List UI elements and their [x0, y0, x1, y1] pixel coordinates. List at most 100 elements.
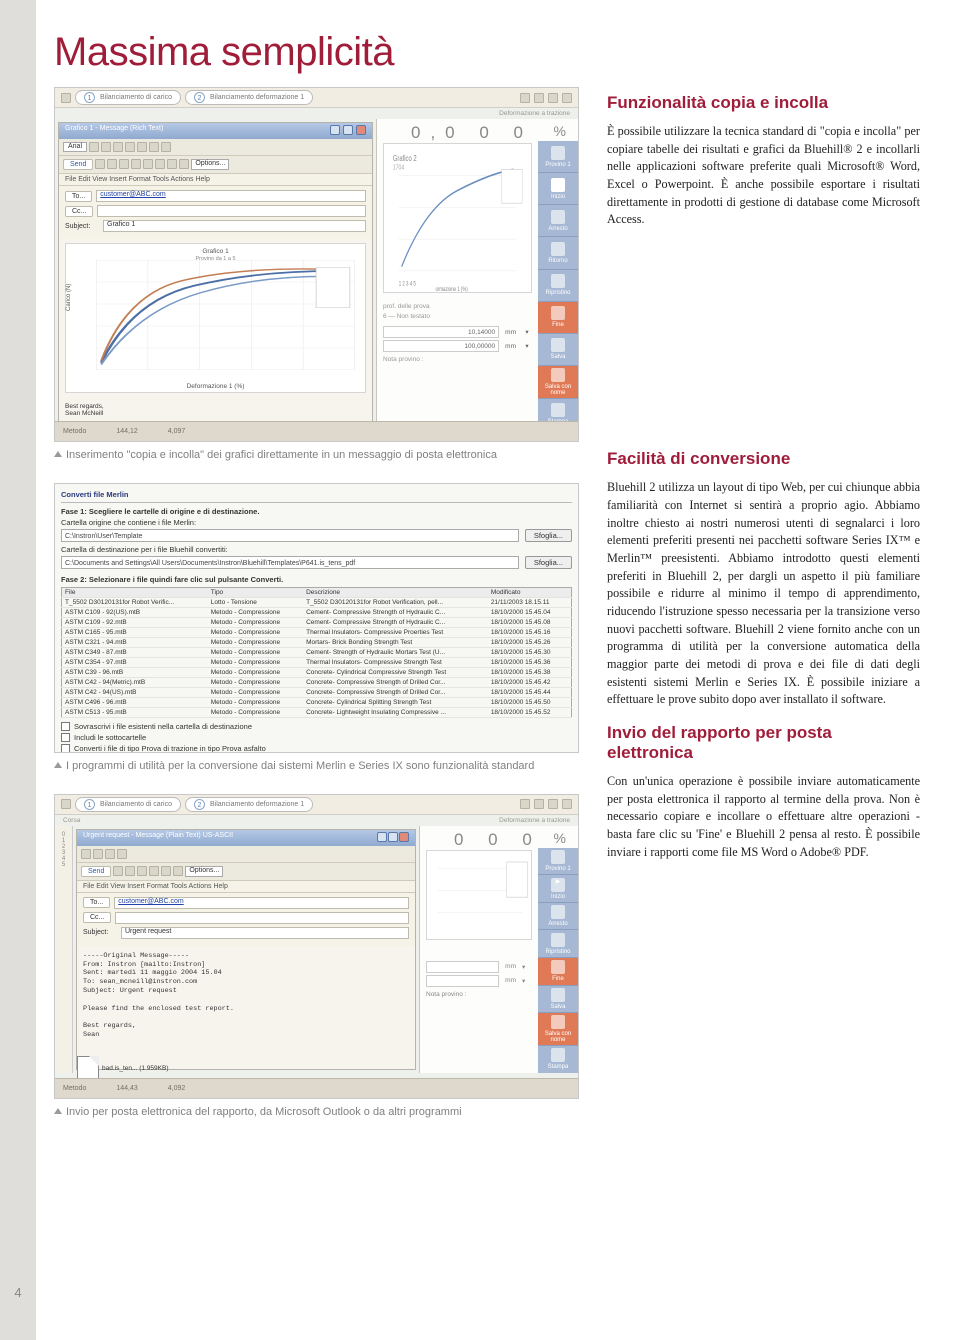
print-icon[interactable]	[107, 159, 117, 169]
arresto-button[interactable]: Arresto	[538, 204, 578, 236]
font-select[interactable]: Arial	[63, 142, 87, 152]
salva-come-button[interactable]: Salva con nome	[538, 365, 578, 398]
to-button[interactable]: To...	[83, 897, 110, 908]
table-row[interactable]: ASTM C165 - 95.mtBMetodo - CompressioneT…	[62, 627, 572, 637]
save-icon[interactable]	[95, 159, 105, 169]
subject-field[interactable]: Grafico 1	[103, 220, 366, 232]
importance-icon[interactable]	[167, 159, 177, 169]
bold-icon[interactable]	[89, 142, 99, 152]
copy-icon[interactable]	[149, 866, 159, 876]
col-mod[interactable]: Modificato	[488, 587, 572, 597]
table-row[interactable]: ASTM C513 - 95.mtBMetodo - CompressioneC…	[62, 707, 572, 717]
italic-icon[interactable]	[93, 849, 103, 859]
table-row[interactable]: ASTM C42 - 94(Metric).mtBMetodo - Compre…	[62, 677, 572, 687]
inizio-button[interactable]: ▶Inizio	[538, 874, 578, 902]
options-button[interactable]: Options...	[185, 866, 223, 877]
close-icon[interactable]	[356, 125, 366, 135]
wizard-step-1[interactable]: 1 Bilanciamento di carico	[75, 90, 181, 105]
tool-icon[interactable]	[534, 799, 544, 809]
col-tipo[interactable]: Tipo	[208, 587, 303, 597]
align-center-icon[interactable]	[137, 142, 147, 152]
cut-icon[interactable]	[119, 159, 129, 169]
flag-icon[interactable]	[173, 866, 183, 876]
ripristino-button[interactable]: Ripristino	[538, 929, 578, 957]
tool-icon[interactable]	[548, 799, 558, 809]
bold-icon[interactable]	[81, 849, 91, 859]
file-table[interactable]: File Tipo Descrizione Modificato T_5502 …	[61, 587, 572, 718]
send-button[interactable]: Send	[81, 866, 111, 877]
table-row[interactable]: ASTM C109 - 92.mtBMetodo - CompressioneC…	[62, 617, 572, 627]
subject-field[interactable]: Urgent request	[121, 927, 409, 939]
source-folder-input[interactable]: C:\Instron\User\Template	[61, 529, 519, 542]
align-left-icon[interactable]	[125, 142, 135, 152]
tool-icon[interactable]	[562, 93, 572, 103]
print-icon[interactable]	[125, 866, 135, 876]
table-row[interactable]: ASTM C349 - 87.mtBMetodo - CompressioneC…	[62, 647, 572, 657]
col-file[interactable]: File	[62, 587, 208, 597]
wizard-step-2[interactable]: 2 Bilanciamento deformazione 1	[185, 797, 313, 812]
attach-icon[interactable]	[155, 159, 165, 169]
ripristino-button[interactable]: Ripristino	[538, 269, 578, 301]
cc-button[interactable]: Cc...	[65, 206, 93, 217]
table-row[interactable]: T_5502 D30120131for Robot Verific...Lott…	[62, 597, 572, 607]
wizard-step-2[interactable]: 2 Bilanciamento deformazione 1	[185, 90, 313, 105]
email-menu-bar[interactable]: File Edit View Insert Format Tools Actio…	[59, 174, 372, 186]
cut-icon[interactable]	[137, 866, 147, 876]
minimize-icon[interactable]	[377, 832, 387, 842]
tool-icon[interactable]	[534, 93, 544, 103]
tool-icon[interactable]	[520, 799, 530, 809]
stampa-button[interactable]: Stampa	[538, 1045, 578, 1073]
to-field[interactable]: customer@ABC.com	[114, 897, 409, 909]
to-button[interactable]: To...	[65, 191, 92, 202]
to-field[interactable]: customer@ABC.com	[96, 190, 366, 202]
paste-icon[interactable]	[143, 159, 153, 169]
attach-icon[interactable]	[161, 866, 171, 876]
underline-icon[interactable]	[113, 142, 123, 152]
maximize-icon[interactable]	[388, 832, 398, 842]
minimize-icon[interactable]	[330, 125, 340, 135]
dest-folder-input[interactable]: C:\Documents and Settings\All Users\Docu…	[61, 556, 519, 569]
ritorno-button[interactable]: Ritorno	[538, 236, 578, 268]
cc-button[interactable]: Cc...	[83, 912, 111, 923]
browse-source-button[interactable]: Sfoglia...	[525, 529, 572, 542]
fine-button[interactable]: Fine	[538, 957, 578, 985]
table-row[interactable]: ASTM C42 - 94(US).mtBMetodo - Compressio…	[62, 687, 572, 697]
cc-field[interactable]	[97, 205, 366, 217]
table-row[interactable]: ASTM C321 - 94.mtBMetodo - CompressioneM…	[62, 637, 572, 647]
italic-icon[interactable]	[101, 142, 111, 152]
provino-button[interactable]: Provino 1	[538, 141, 578, 172]
tool-icon[interactable]	[562, 799, 572, 809]
copy-icon[interactable]	[131, 159, 141, 169]
options-button[interactable]: Options...	[191, 159, 229, 170]
salva-button[interactable]: Salva	[538, 333, 578, 365]
wizard-step-1[interactable]: 1 Bilanciamento di carico	[75, 797, 181, 812]
email-body[interactable]: -----Original Message----- From: Instron…	[77, 946, 415, 1046]
cc-field[interactable]	[115, 912, 409, 924]
underline-icon[interactable]	[105, 849, 115, 859]
subfolders-checkbox[interactable]	[61, 733, 70, 742]
send-button[interactable]: Send	[63, 159, 93, 170]
salva-button[interactable]: Salva	[538, 985, 578, 1013]
save-icon[interactable]	[113, 866, 123, 876]
indent-icon[interactable]	[161, 142, 171, 152]
table-row[interactable]: ASTM C39 - 96.mtBMetodo - CompressioneCo…	[62, 667, 572, 677]
tool-icon[interactable]	[548, 93, 558, 103]
table-row[interactable]: ASTM C109 - 92(US).mtBMetodo - Compressi…	[62, 607, 572, 617]
browse-dest-button[interactable]: Sfoglia...	[525, 556, 572, 569]
flag-icon[interactable]	[179, 159, 189, 169]
convert-asfalto-checkbox[interactable]	[61, 744, 70, 753]
overwrite-checkbox[interactable]	[61, 722, 70, 731]
arresto-button[interactable]: Arresto	[538, 902, 578, 930]
tool-icon[interactable]	[520, 93, 530, 103]
table-row[interactable]: ASTM C354 - 97.mtBMetodo - CompressioneT…	[62, 657, 572, 667]
provino-button[interactable]: Provino 1	[538, 848, 578, 875]
fine-button[interactable]: Fine	[538, 301, 578, 333]
maximize-icon[interactable]	[343, 125, 353, 135]
close-icon[interactable]	[399, 832, 409, 842]
email-menu-bar[interactable]: File Edit View Insert Format Tools Actio…	[77, 881, 415, 893]
align-icon[interactable]	[117, 849, 127, 859]
salva-come-button[interactable]: Salva con nome	[538, 1012, 578, 1045]
col-desc[interactable]: Descrizione	[303, 587, 488, 597]
table-row[interactable]: ASTM C496 - 96.mtBMetodo - CompressioneC…	[62, 697, 572, 707]
bullets-icon[interactable]	[149, 142, 159, 152]
